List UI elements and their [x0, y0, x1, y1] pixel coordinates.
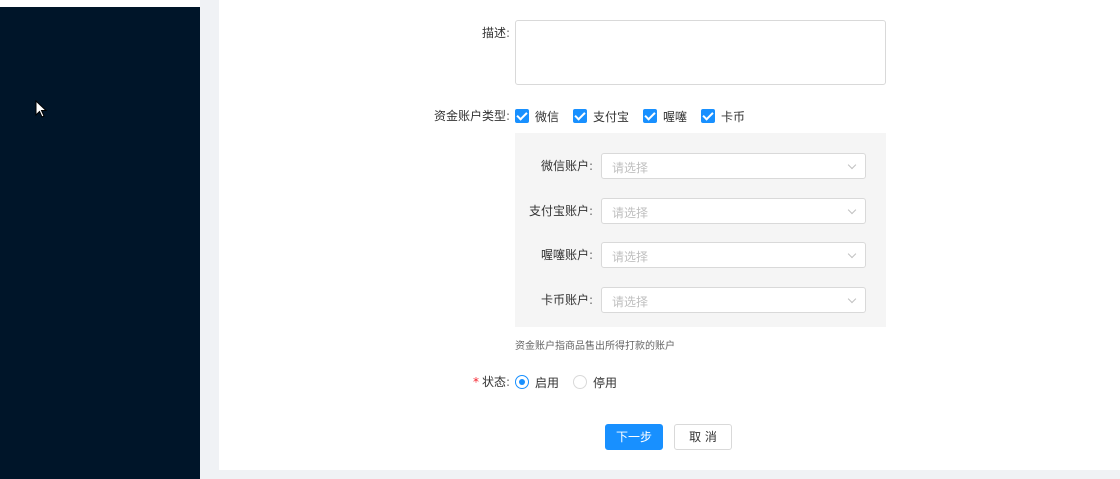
checkbox-wechat[interactable]: 微信: [515, 108, 559, 125]
checkbox-alipay[interactable]: 支付宝: [573, 108, 629, 125]
wosai-account-label: 喔噻账户:: [540, 248, 593, 262]
wechat-account-select[interactable]: 请选择: [601, 153, 866, 179]
kabi-account-label: 卡币账户:: [540, 293, 593, 307]
kabi-account-select[interactable]: 请选择: [601, 287, 866, 313]
wosai-account-select[interactable]: 请选择: [601, 242, 866, 268]
alipay-account-label: 支付宝账户:: [528, 204, 593, 218]
account-type-checkbox-group: 微信 支付宝 喔噻 卡币: [515, 108, 759, 124]
chevron-down-icon: [847, 294, 857, 304]
mouse-cursor-icon: [35, 100, 48, 118]
checkbox-checked-icon: [573, 109, 588, 123]
description-label: 描述:: [481, 26, 510, 40]
fund-account-type-label: 资金账户类型:: [433, 109, 510, 123]
cancel-button[interactable]: 取 消: [674, 424, 732, 450]
checkbox-checked-icon: [643, 109, 658, 123]
radio-selected-icon: [515, 375, 529, 389]
alipay-account-select[interactable]: 请选择: [601, 198, 866, 224]
status-label: * 状态:: [472, 375, 510, 389]
radio-enable[interactable]: 启用: [515, 374, 559, 391]
checkbox-wosai[interactable]: 喔噻: [643, 108, 687, 125]
chevron-down-icon: [847, 160, 857, 170]
next-step-button[interactable]: 下一步: [605, 424, 663, 450]
wechat-account-label: 微信账户:: [540, 159, 593, 173]
checkbox-checked-icon: [515, 109, 529, 123]
account-hint-text: 资金账户指商品售出所得打款的账户: [515, 341, 675, 352]
description-textarea[interactable]: [515, 20, 886, 85]
status-radio-group: 启用 停用: [515, 374, 631, 390]
radio-disable[interactable]: 停用: [573, 374, 617, 391]
sidebar: [0, 7, 200, 479]
checkbox-kabi[interactable]: 卡币: [701, 108, 745, 125]
chevron-down-icon: [847, 249, 857, 259]
chevron-down-icon: [847, 205, 857, 215]
checkbox-checked-icon: [701, 109, 716, 123]
radio-unselected-icon: [573, 375, 588, 389]
